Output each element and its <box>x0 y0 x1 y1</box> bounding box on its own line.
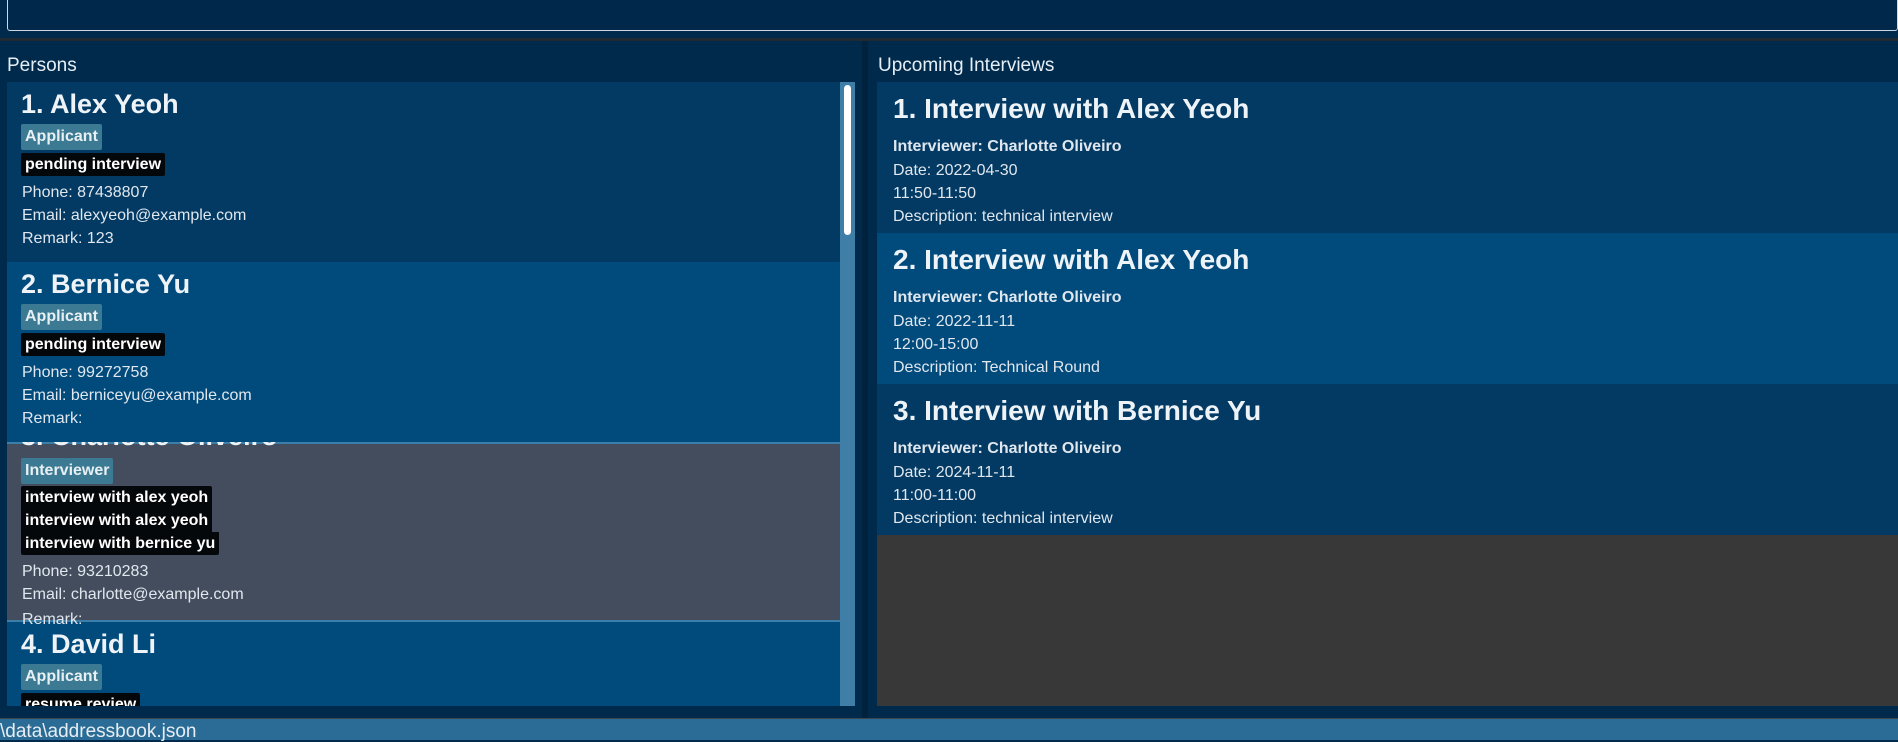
interviews-panel-title: Upcoming Interviews <box>878 55 1055 76</box>
status-bar: \data\addressbook.json <box>0 718 1898 742</box>
interview-card[interactable]: 3. Interview with Bernice Yu Interviewer… <box>877 384 1898 535</box>
note-tag: interview with alex yeoh <box>21 486 213 509</box>
person-email: Email: alexyeoh@example.com <box>22 207 247 224</box>
note-tag: pending interview <box>21 153 166 176</box>
person-phone: Phone: 87438807 <box>22 184 149 201</box>
person-card[interactable]: 2. Bernice Yu Applicant pending intervie… <box>7 262 840 442</box>
divider <box>0 38 1898 41</box>
scrollbar-thumb[interactable] <box>844 85 851 235</box>
person-remark: Remark: <box>22 611 83 628</box>
interview-description: Description: technical interview <box>893 208 1113 225</box>
note-tag: interview with bernice yu <box>21 532 220 555</box>
person-email: Email: charlotte@example.com <box>22 586 244 603</box>
role-tag: Interviewer <box>21 458 114 484</box>
persons-panel-title: Persons <box>7 55 77 76</box>
interview-date: Date: 2022-04-30 <box>893 162 1018 179</box>
role-tag: Applicant <box>21 664 102 690</box>
interview-interviewer: Interviewer: Charlotte Oliveiro <box>893 289 1122 306</box>
scrollbar[interactable] <box>840 82 855 706</box>
interview-title: 3. Interview with Bernice Yu <box>893 395 1262 426</box>
person-remark: Remark: 123 <box>22 230 114 247</box>
command-input[interactable] <box>7 0 1898 31</box>
interview-time: 11:00-11:00 <box>893 487 977 504</box>
role-tag: Applicant <box>21 304 102 330</box>
interview-description: Description: technical interview <box>893 510 1113 527</box>
person-card[interactable]: 4. David Li Applicant resume review <box>7 622 840 706</box>
person-phone: Phone: 93210283 <box>22 563 149 580</box>
interview-time: 12:00-15:00 <box>893 336 979 353</box>
note-tag: pending interview <box>21 333 166 356</box>
person-email: Email: berniceyu@example.com <box>22 387 252 404</box>
interview-description: Description: Technical Round <box>893 359 1100 376</box>
interview-title: 2. Interview with Alex Yeoh <box>893 244 1250 275</box>
role-tag: Applicant <box>21 124 102 150</box>
interview-card[interactable]: 1. Interview with Alex Yeoh Interviewer:… <box>877 82 1898 233</box>
interview-date: Date: 2024-11-11 <box>893 464 1016 481</box>
panel-divider[interactable] <box>862 41 868 718</box>
person-card[interactable]: 1. Alex Yeoh Applicant pending interview… <box>7 82 840 262</box>
note-tag: resume review <box>21 693 141 706</box>
interview-card[interactable]: 2. Interview with Alex Yeoh Interviewer:… <box>877 233 1898 384</box>
person-name: 4. David Li <box>21 629 157 659</box>
interview-interviewer: Interviewer: Charlotte Oliveiro <box>893 440 1122 457</box>
note-tag: interview with alex yeoh <box>21 509 213 532</box>
person-name: 1. Alex Yeoh <box>21 89 179 119</box>
interview-list[interactable]: 1. Interview with Alex Yeoh Interviewer:… <box>877 82 1898 706</box>
interview-title: 1. Interview with Alex Yeoh <box>893 93 1250 124</box>
interview-date: Date: 2022-11-11 <box>893 313 1016 330</box>
person-name: 2. Bernice Yu <box>21 269 191 299</box>
save-location-path: \data\addressbook.json <box>0 721 197 742</box>
person-remark: Remark: <box>22 410 83 427</box>
person-phone: Phone: 99272758 <box>22 364 149 381</box>
person-card-selected[interactable]: 3. Charlotte Oliveiro Interviewer interv… <box>7 421 840 622</box>
person-list[interactable]: 3. Charlotte Oliveiro Interviewer interv… <box>7 82 855 706</box>
interview-time: 11:50-11:50 <box>893 185 977 202</box>
interview-interviewer: Interviewer: Charlotte Oliveiro <box>893 138 1122 155</box>
